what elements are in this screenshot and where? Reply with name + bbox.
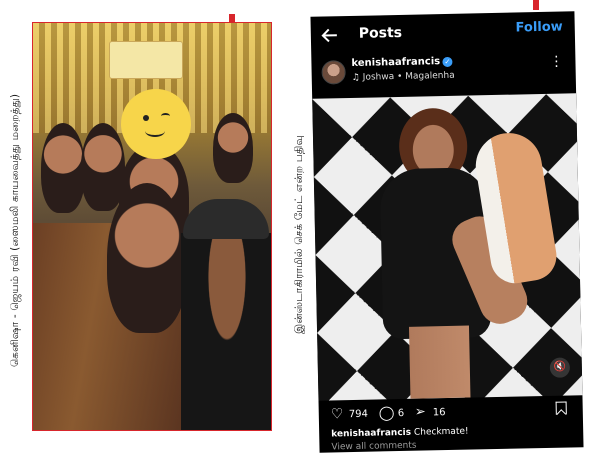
share-count: 16 [432, 407, 446, 419]
bar-sign [109, 41, 183, 79]
view-all-comments-link[interactable]: View all comments [331, 441, 416, 453]
group-photo [32, 22, 272, 431]
caption-username[interactable]: kenishaafrancis [331, 428, 411, 440]
left-photo-caption: கெனிஷா - ஜெயம் ரவி (ஸைமலி காயவைத்து மறைத… [9, 93, 21, 367]
man-selfie [181, 233, 271, 430]
more-icon[interactable]: ⋮ [549, 54, 563, 70]
red-marker-top [229, 14, 235, 22]
person-1 [41, 123, 85, 213]
heart-icon[interactable]: ♡ [331, 406, 344, 422]
black-cap [183, 199, 269, 239]
emoji-eye-left [143, 115, 149, 121]
comment-count: 6 [397, 407, 405, 420]
instagram-post-screenshot: Posts Follow kenishaafrancis ✓ ♫ Joshwa … [310, 11, 584, 453]
caption-text: Checkmate! [413, 426, 469, 438]
avatar[interactable] [321, 60, 346, 85]
bookmark-icon[interactable] [555, 401, 567, 415]
emoji-eye-right [161, 113, 170, 119]
post-header: kenishaafrancis ✓ ♫ Joshwa • Magalenha ⋮ [311, 53, 576, 93]
verified-icon: ✓ [442, 56, 453, 68]
username[interactable]: kenishaafrancis [351, 56, 440, 69]
share-icon[interactable]: ➢ [415, 404, 426, 419]
page-title: Posts [358, 24, 403, 42]
action-bar: ♡ 794 ◯ 6 ➢ 16 [319, 401, 583, 427]
post-caption: kenishaafrancis Checkmate! [331, 427, 469, 440]
comment-icon[interactable]: ◯ [379, 405, 395, 421]
music-note-icon: ♫ [351, 72, 360, 83]
follow-button[interactable]: Follow [515, 20, 562, 36]
woman-center [107, 183, 187, 333]
red-marker-right [533, 0, 539, 10]
face-cover-emoji [121, 89, 191, 159]
top-bar: Posts Follow [310, 11, 575, 55]
person-4 [213, 113, 253, 183]
emoji-mouth [145, 125, 165, 137]
post-image[interactable] [312, 93, 583, 401]
back-arrow-icon[interactable] [321, 26, 339, 44]
music-label[interactable]: Joshwa • Magalenha [363, 71, 455, 83]
like-count: 794 [348, 408, 369, 421]
instagram-caption-label: இன்ஸ்டாகிராமில் செக் மேட் என்ற பதிவு [293, 135, 305, 335]
legs [408, 325, 471, 399]
